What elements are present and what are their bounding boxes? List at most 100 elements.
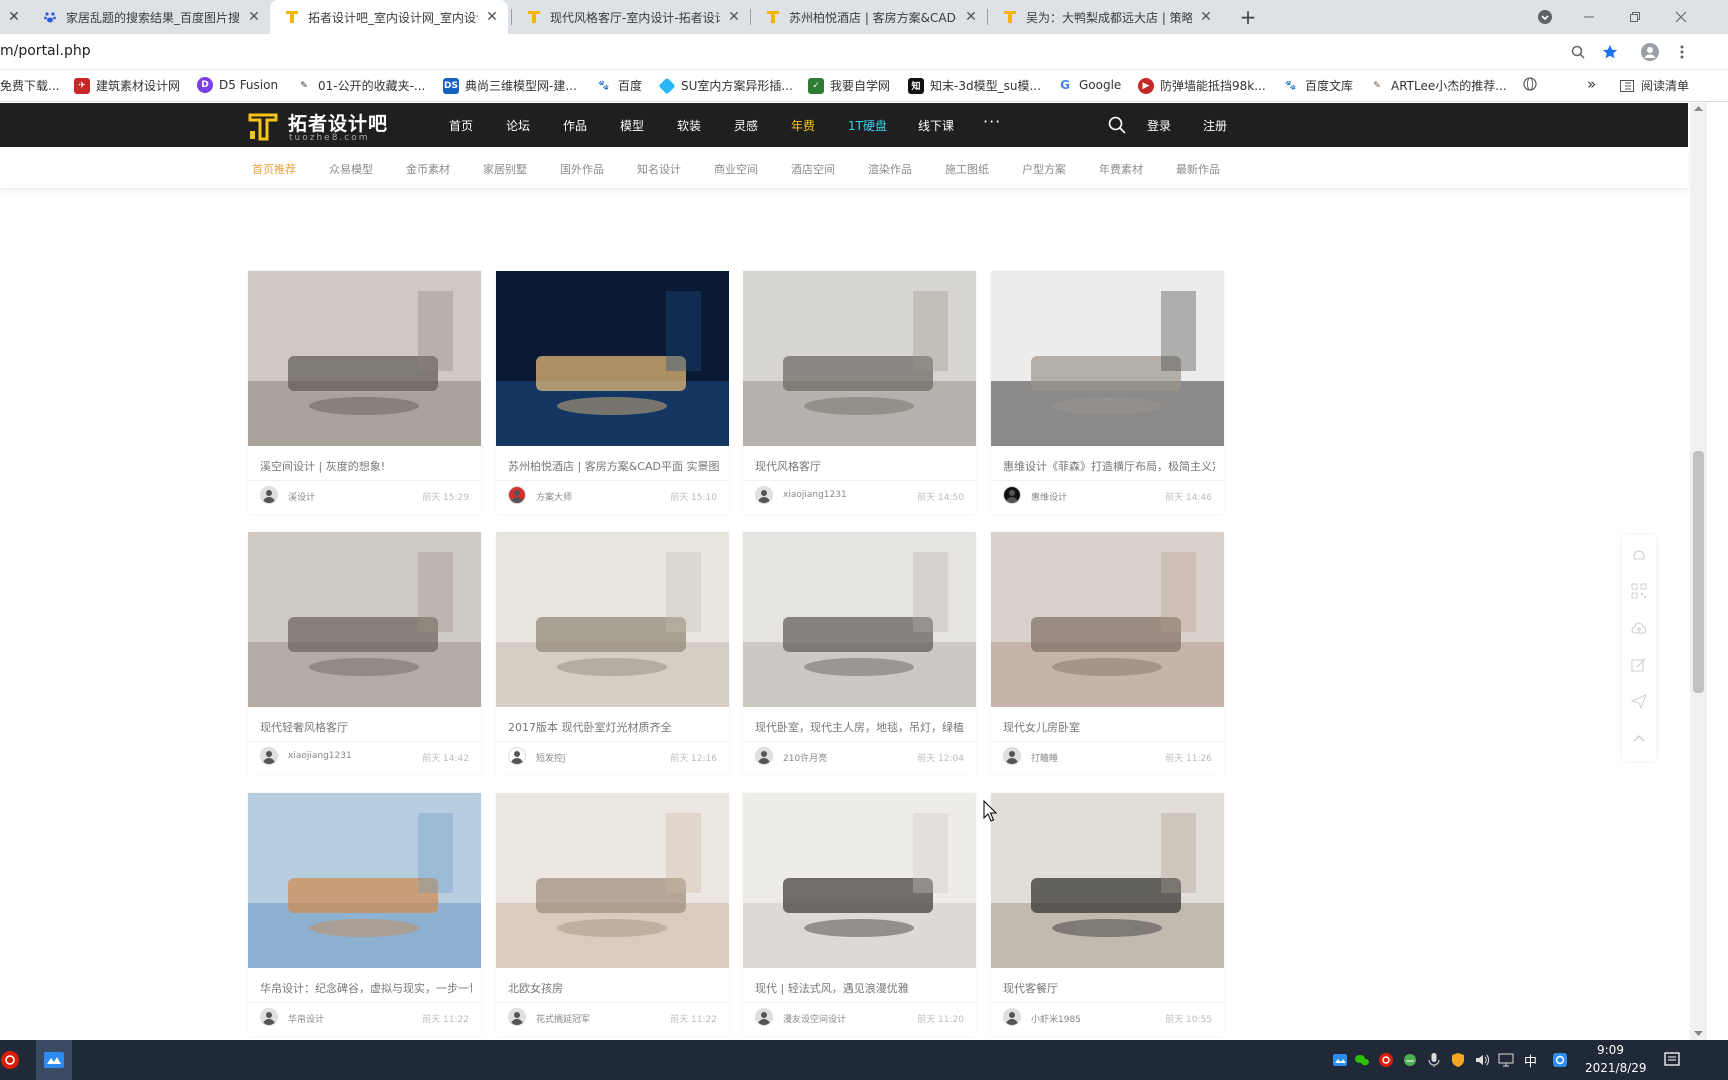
site-logo-text[interactable]: 拓者设计吧 xyxy=(288,109,388,136)
cloud-upload-icon[interactable] xyxy=(1631,621,1647,637)
card-author[interactable]: 短发控j xyxy=(536,751,566,764)
design-card[interactable]: 现代客餐厅 小虾米1985 前天 10:55 xyxy=(991,793,1224,1036)
design-card[interactable]: 2017版本 现代卧室灯光材质齐全 短发控j 前天 12:16 xyxy=(496,532,729,775)
netease-tray-icon[interactable] xyxy=(1378,1052,1394,1068)
design-card[interactable]: 溪空间设计 | 灰度的想象! 溪设计 前天 15:29 xyxy=(248,271,481,514)
browser-tab-5[interactable]: 吴为：大鸭梨成都远大店 | 策略家 ✕ xyxy=(988,0,1222,34)
card-thumbnail[interactable] xyxy=(496,532,729,707)
card-author[interactable]: 打瞌睡 xyxy=(1031,751,1058,764)
browser-tab-1[interactable]: 家居乱题的搜索结果_百度图片搜 ✕ xyxy=(28,0,270,34)
card-thumbnail[interactable] xyxy=(743,271,976,446)
bookmark-item[interactable]: DS 典尚三维模型网-建... xyxy=(443,77,577,94)
browser-menu-icon[interactable] xyxy=(1672,42,1692,62)
bookmarks-overflow-icon[interactable]: » xyxy=(1587,75,1596,93)
card-caption[interactable]: 现代女儿房卧室 xyxy=(1003,719,1215,735)
nav-home[interactable]: 首页 xyxy=(449,117,473,134)
card-thumbnail[interactable] xyxy=(248,532,481,707)
bookmark-item[interactable]: ✈ 建筑素材设计网 xyxy=(74,77,180,94)
search-icon[interactable] xyxy=(1107,115,1127,135)
subnav-item[interactable]: 金币素材 xyxy=(406,161,450,177)
card-thumbnail[interactable] xyxy=(743,532,976,707)
zoom-icon[interactable] xyxy=(1568,42,1588,62)
nav-annual-fee[interactable]: 年费 xyxy=(791,117,815,134)
author-avatar[interactable] xyxy=(755,1008,773,1026)
nav-decor[interactable]: 软装 xyxy=(677,117,701,134)
edit-icon[interactable] xyxy=(1631,657,1647,673)
nav-offline-course[interactable]: 线下课 xyxy=(918,117,954,134)
card-caption[interactable]: 华帛设计：纪念碑谷，虚拟与现实，一步一世 xyxy=(260,980,472,996)
bookmark-item[interactable]: ✎ ARTLee小杰的推荐... xyxy=(1369,77,1507,94)
card-thumbnail[interactable] xyxy=(496,793,729,968)
design-card[interactable]: 北欧女孩房 花式搁延冠军 前天 11:22 xyxy=(496,793,729,1036)
close-window-icon[interactable] xyxy=(1661,0,1701,34)
card-caption[interactable]: 现代风格客厅 xyxy=(755,458,967,474)
display-network-icon[interactable] xyxy=(1498,1052,1514,1068)
author-avatar[interactable] xyxy=(260,1008,278,1026)
page-scrollbar[interactable] xyxy=(1690,103,1707,1040)
tab-close-icon[interactable]: ✕ xyxy=(484,9,500,25)
wechat-icon[interactable] xyxy=(1354,1052,1370,1068)
author-avatar[interactable] xyxy=(260,486,278,504)
card-caption[interactable]: 现代卧室，现代主人房，地毯，吊灯，绿植 xyxy=(755,719,967,735)
card-author[interactable]: 惠维设计 xyxy=(1031,490,1067,503)
back-to-top-icon[interactable] xyxy=(1631,731,1647,747)
card-thumbnail[interactable] xyxy=(991,793,1224,968)
profile-avatar-icon[interactable] xyxy=(1640,42,1660,62)
security-shield-icon[interactable] xyxy=(1450,1052,1466,1068)
clock-time[interactable]: 9:09 xyxy=(1597,1043,1624,1057)
card-thumbnail[interactable] xyxy=(991,532,1224,707)
tab-close-icon[interactable]: ✕ xyxy=(1198,9,1214,25)
card-author[interactable]: 花式搁延冠军 xyxy=(536,1012,590,1025)
bookmark-item[interactable]: SU室内方案异形插... xyxy=(658,77,793,94)
bookmark-item[interactable]: ✓ 我要自学网 xyxy=(808,77,890,94)
subnav-item[interactable]: 众易模型 xyxy=(329,161,373,177)
network-tray-icon[interactable] xyxy=(1402,1052,1418,1068)
card-caption[interactable]: 2017版本 现代卧室灯光材质齐全 xyxy=(508,719,720,735)
subnav-home-recommend[interactable]: 首页推荐 xyxy=(252,161,296,177)
card-author[interactable]: 方案大师 xyxy=(536,490,572,503)
card-thumbnail[interactable] xyxy=(248,793,481,968)
card-author[interactable]: xiaojiang1231 xyxy=(288,751,352,761)
card-caption[interactable]: 北欧女孩房 xyxy=(508,980,720,996)
bookmark-item[interactable]: G Google xyxy=(1057,77,1121,93)
subnav-item[interactable]: 最新作品 xyxy=(1176,161,1220,177)
browser-tab-4[interactable]: 苏州柏悦酒店 | 客房方案&CAD平 ✕ xyxy=(751,0,987,34)
card-thumbnail[interactable] xyxy=(991,271,1224,446)
tab-close-icon[interactable]: ✕ xyxy=(246,9,262,25)
volume-icon[interactable] xyxy=(1474,1052,1490,1068)
card-thumbnail[interactable] xyxy=(248,271,481,446)
subnav-item[interactable]: 国外作品 xyxy=(560,161,604,177)
tray-app-q-icon[interactable] xyxy=(1552,1052,1568,1068)
card-author[interactable]: 小虾米1985 xyxy=(1031,1012,1081,1025)
bookmark-star-icon[interactable] xyxy=(1600,42,1620,62)
card-caption[interactable]: 溪空间设计 | 灰度的想象! xyxy=(260,458,472,474)
qr-code-icon[interactable] xyxy=(1631,583,1647,599)
notification-icon[interactable] xyxy=(1663,1051,1681,1069)
clock-date[interactable]: 2021/8/29 xyxy=(1585,1061,1647,1075)
nav-inspiration[interactable]: 灵感 xyxy=(734,117,758,134)
bookmark-item[interactable]: ▶ 防弹墙能抵挡98k... xyxy=(1138,77,1266,94)
input-method-indicator[interactable]: 中 xyxy=(1524,1051,1537,1070)
subnav-item[interactable]: 年费素材 xyxy=(1099,161,1143,177)
author-avatar[interactable] xyxy=(1003,1008,1021,1026)
author-avatar[interactable] xyxy=(755,486,773,504)
scroll-down-icon[interactable] xyxy=(1694,1031,1703,1037)
tab-close-icon[interactable]: ✕ xyxy=(726,9,742,25)
card-author[interactable]: 漫友设空间设计 xyxy=(783,1012,846,1025)
nav-forum[interactable]: 论坛 xyxy=(506,117,530,134)
author-avatar[interactable] xyxy=(508,1008,526,1026)
author-avatar[interactable] xyxy=(260,747,278,765)
card-caption[interactable]: 惠维设计《菲森》打造横厅布局，极简主义定 xyxy=(1003,458,1215,474)
card-author[interactable]: xiaojiang1231 xyxy=(783,490,847,500)
design-card[interactable]: 苏州柏悦酒店 | 客房方案&CAD平面 实景图 方案大师 前天 15:10 xyxy=(496,271,729,514)
design-card[interactable]: 现代女儿房卧室 打瞌睡 前天 11:26 xyxy=(991,532,1224,775)
browser-tab-2[interactable]: 拓者设计吧_室内设计网_室内设计 ✕ xyxy=(270,0,508,34)
card-caption[interactable]: 现代客餐厅 xyxy=(1003,980,1215,996)
subnav-item[interactable]: 家居别墅 xyxy=(483,161,527,177)
netease-music-icon[interactable] xyxy=(0,1048,20,1072)
tab-close-icon[interactable]: ✕ xyxy=(963,9,979,25)
design-card[interactable]: 现代风格客厅 xiaojiang1231 前天 14:50 xyxy=(743,271,976,514)
subnav-item[interactable]: 施工图纸 xyxy=(945,161,989,177)
card-caption[interactable]: 现代 | 轻法式风，遇见浪漫优雅 xyxy=(755,980,967,996)
nav-more-icon[interactable]: ··· xyxy=(983,112,1001,131)
